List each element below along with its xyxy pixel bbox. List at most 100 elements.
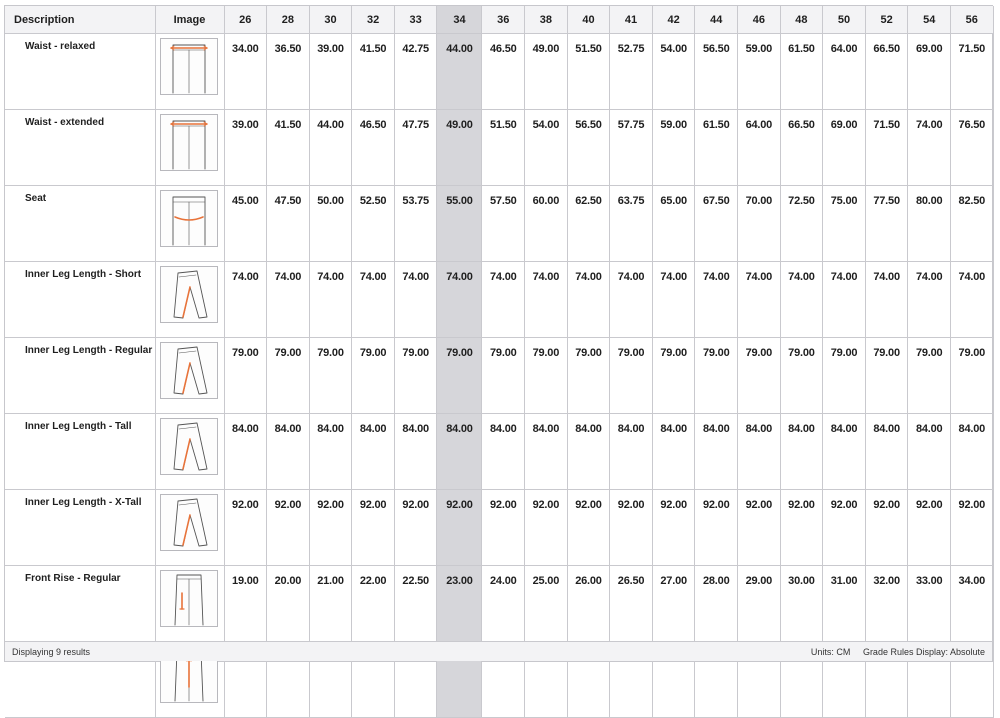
waist-icon[interactable] — [159, 114, 218, 171]
measurement-value-size-54: 74.00 — [907, 261, 951, 338]
measurement-value-size-28: 92.00 — [266, 489, 310, 566]
column-header-size-28[interactable]: 28 — [266, 6, 310, 34]
measurement-value-size-44: 28.00 — [694, 565, 739, 642]
measurement-value-size-33: 42.75 — [394, 33, 438, 110]
measurement-value-size-46: 79.00 — [737, 337, 781, 414]
table-row[interactable]: Inner Leg Length - Regular 79.00 79.00 79.0… — [5, 337, 994, 414]
measurement-value-size-54: 84.00 — [907, 413, 951, 490]
column-header-size-44[interactable]: 44 — [694, 6, 739, 34]
measurement-value-size-54: 92.00 — [907, 489, 951, 566]
measurement-value-size-32: 52.50 — [351, 185, 395, 262]
column-header-size-36[interactable]: 36 — [481, 6, 526, 34]
measurement-value-size-41: 74.00 — [609, 261, 653, 338]
column-header-size-32[interactable]: 32 — [351, 6, 395, 34]
measurement-value-size-48: 72.50 — [780, 185, 824, 262]
measurement-value-size-41: 57.75 — [609, 109, 653, 186]
measurement-value-size-26: 34.00 — [224, 33, 268, 110]
measurement-value-size-38: 84.00 — [524, 413, 568, 490]
measurement-value-size-34: 74.00 — [436, 261, 483, 338]
measurement-value-size-34: 79.00 — [436, 337, 483, 414]
measurement-value-size-42: 74.00 — [652, 261, 696, 338]
table-footer: Displaying 9 results Units: CM Grade Rul… — [5, 641, 992, 661]
measurement-value-size-38: 25.00 — [524, 565, 568, 642]
measurement-image-cell — [155, 185, 225, 262]
measurement-value-size-56: 82.50 — [950, 185, 994, 262]
measurement-value-size-36: 84.00 — [481, 413, 526, 490]
measurement-value-size-42: 65.00 — [652, 185, 696, 262]
column-header-size-56[interactable]: 56 — [950, 6, 994, 34]
inseam-icon[interactable] — [159, 266, 218, 323]
measurement-value-size-46: 74.00 — [737, 261, 781, 338]
seat-icon[interactable] — [159, 190, 218, 247]
column-header-size-50[interactable]: 50 — [822, 6, 866, 34]
column-header-size-48[interactable]: 48 — [780, 6, 824, 34]
measurement-value-size-52: 66.50 — [865, 33, 909, 110]
column-header-size-41[interactable]: 41 — [609, 6, 653, 34]
measurement-value-size-32: 84.00 — [351, 413, 395, 490]
measurement-value-size-30: 92.00 — [309, 489, 353, 566]
column-header-size-40[interactable]: 40 — [567, 6, 611, 34]
column-header-size-38[interactable]: 38 — [524, 6, 568, 34]
table-row[interactable]: Inner Leg Length - Tall 84.00 84.00 84.00 84… — [5, 413, 994, 490]
measurement-value-size-44: 79.00 — [694, 337, 739, 414]
measurement-value-size-41: 79.00 — [609, 337, 653, 414]
table-row[interactable]: Waist - relaxed 34.00 36.50 39.00 41.50 42.75… — [5, 33, 994, 110]
measurement-value-size-50: 64.00 — [822, 33, 866, 110]
table-row[interactable]: Waist - extended 39.00 41.50 44.00 46.50 47.7… — [5, 109, 994, 186]
measurement-value-size-52: 32.00 — [865, 565, 909, 642]
table-row[interactable]: Seat 45.00 47.50 50.00 52.50 53.75 55.00 57.50 6… — [5, 185, 994, 262]
measurement-label: Seat — [5, 185, 156, 262]
measurement-value-size-34: 55.00 — [436, 185, 483, 262]
table-row[interactable]: Inner Leg Length - X-Tall 92.00 92.00 92.00… — [5, 489, 994, 566]
measurement-value-size-52: 79.00 — [865, 337, 909, 414]
measurement-value-size-46: 84.00 — [737, 413, 781, 490]
column-header-size-46[interactable]: 46 — [737, 6, 781, 34]
column-header-size-26[interactable]: 26 — [224, 6, 268, 34]
waist-icon[interactable] — [159, 38, 218, 95]
measurement-value-size-30: 39.00 — [309, 33, 353, 110]
measurement-value-size-50: 31.00 — [822, 565, 866, 642]
measurement-value-size-26: 92.00 — [224, 489, 268, 566]
measurement-value-size-46: 29.00 — [737, 565, 781, 642]
front-rise-icon[interactable] — [159, 570, 218, 627]
measurement-value-size-28: 20.00 — [266, 565, 310, 642]
measurement-value-size-42: 27.00 — [652, 565, 696, 642]
inseam-icon[interactable] — [159, 418, 218, 475]
measurement-value-size-33: 53.75 — [394, 185, 438, 262]
measurement-value-size-38: 74.00 — [524, 261, 568, 338]
measurement-image-cell — [155, 489, 225, 566]
measurement-value-size-52: 77.50 — [865, 185, 909, 262]
measurement-value-size-40: 62.50 — [567, 185, 611, 262]
measurement-label: Inner Leg Length - Tall — [5, 413, 156, 490]
measurement-value-size-33: 22.50 — [394, 565, 438, 642]
column-header-description[interactable]: Description — [5, 6, 156, 34]
column-header-size-42[interactable]: 42 — [652, 6, 696, 34]
measurement-value-size-36: 92.00 — [481, 489, 526, 566]
column-header-size-30[interactable]: 30 — [309, 6, 353, 34]
measurement-value-size-40: 84.00 — [567, 413, 611, 490]
column-header-size-33[interactable]: 33 — [394, 6, 438, 34]
measurement-value-size-30: 50.00 — [309, 185, 353, 262]
table-row[interactable]: Front Rise - Regular 19.00 20.00 21.00 22.00… — [5, 565, 994, 642]
measurement-value-size-46: 92.00 — [737, 489, 781, 566]
measurement-value-size-48: 84.00 — [780, 413, 824, 490]
measurement-label: Waist - relaxed — [5, 33, 156, 110]
measurement-value-size-56: 84.00 — [950, 413, 994, 490]
column-header-image[interactable]: Image — [155, 6, 225, 34]
inseam-icon[interactable] — [159, 342, 218, 399]
measurement-image-cell — [155, 565, 225, 642]
column-header-size-34[interactable]: 34 — [436, 6, 483, 34]
measurement-value-size-36: 79.00 — [481, 337, 526, 414]
measurement-value-size-28: 36.50 — [266, 33, 310, 110]
measurement-value-size-46: 64.00 — [737, 109, 781, 186]
column-header-size-54[interactable]: 54 — [907, 6, 951, 34]
column-header-size-52[interactable]: 52 — [865, 6, 909, 34]
measurement-value-size-40: 74.00 — [567, 261, 611, 338]
inseam-icon[interactable] — [159, 494, 218, 551]
measurement-value-size-44: 61.50 — [694, 109, 739, 186]
table-row[interactable]: Inner Leg Length - Short 74.00 74.00 74.00 7… — [5, 261, 994, 338]
measurement-value-size-56: 79.00 — [950, 337, 994, 414]
measurement-value-size-33: 79.00 — [394, 337, 438, 414]
measurement-value-size-26: 79.00 — [224, 337, 268, 414]
measurement-value-size-50: 84.00 — [822, 413, 866, 490]
